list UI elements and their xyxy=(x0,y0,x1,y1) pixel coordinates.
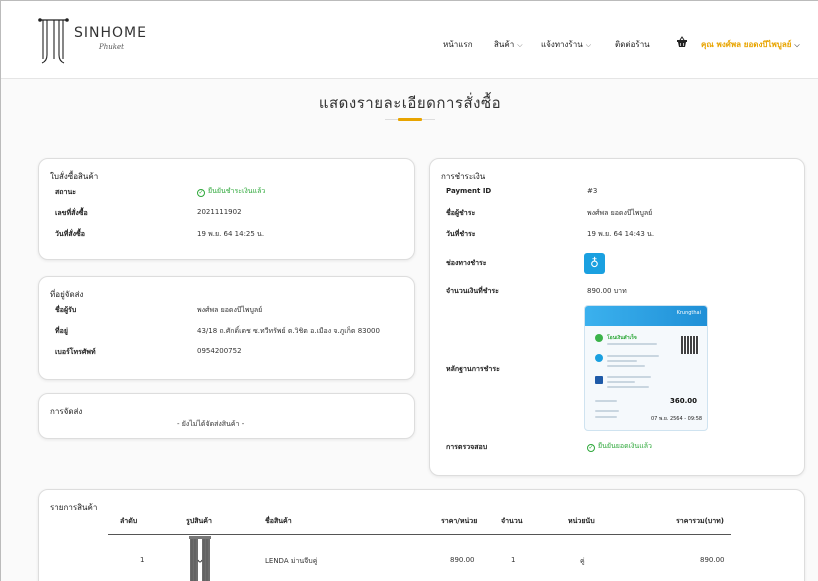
phone-value: 0954200752 xyxy=(197,347,242,355)
address-value: 43/18 ถ.ศักดิ์เดช ซ.ทวีทรัพย์ ต.วิชิต อ.… xyxy=(197,327,380,335)
verify-value: ✓ ยืนยันยอดเงินแล้ว xyxy=(587,441,652,452)
nav-home-label: หน้าแรก xyxy=(443,40,473,49)
column-header-image: รูปสินค้า xyxy=(186,517,212,525)
delivery-card-title: การจัดส่ง xyxy=(50,407,83,416)
column-header-unit-price: ราคา/หน่วย xyxy=(441,517,478,525)
row-no: 1 xyxy=(140,556,145,564)
row-unit-price: 890.00 xyxy=(450,556,475,564)
column-header-no: ลำดับ xyxy=(120,517,138,525)
verify-label: การตรวจสอบ xyxy=(446,443,488,451)
nav-products[interactable]: สินค้า ⌵ xyxy=(494,38,523,51)
check-circle-icon: ✓ xyxy=(587,444,595,452)
slip-line xyxy=(607,343,657,345)
column-header-unit: หน่วยนับ xyxy=(568,517,595,525)
main-nav: หน้าแรก สินค้า ⌵ แจ้งทางร้าน ⌵ ติดต่อร้าน … xyxy=(1,38,818,52)
curtain-product-image[interactable] xyxy=(189,536,211,581)
top-navbar: SINHOME Phuket หน้าแรก สินค้า ⌵ แจ้งทางร้… xyxy=(1,1,818,79)
delivery-card: การจัดส่ง - ยังไม่ได้จัดส่งสินค้า - xyxy=(38,393,415,439)
payment-slip-image[interactable]: Krungthai โอนเงินสำเร็จ 360.00 07 พ.ย. 2… xyxy=(584,305,708,431)
payment-id-value: #3 xyxy=(587,187,598,195)
order-number-label: เลขที่สั่งซื้อ xyxy=(55,209,88,217)
page-title: แสดงรายละเอียดการสั่งซื้อ xyxy=(318,94,502,112)
nav-notify[interactable]: แจ้งทางร้าน ⌵ xyxy=(541,38,591,51)
order-status-value: ✓ ยืนยันชำระเงินแล้ว xyxy=(197,186,265,197)
address-label: ที่อยู่ xyxy=(55,327,68,335)
order-date-label: วันที่สั่งซื้อ xyxy=(55,230,85,238)
payment-channel-label: ช่องทางชำระ xyxy=(446,259,487,267)
slip-line xyxy=(607,355,659,357)
receiver-value: พงศ์พล ยอดงบึไพบูลย์ xyxy=(197,306,263,314)
receiver-label: ชื่อผู้รับ xyxy=(55,306,77,314)
payment-date-label: วันที่ชำระ xyxy=(446,230,476,238)
bank-dot-icon xyxy=(595,354,603,362)
slip-header: Krungthai xyxy=(585,306,707,326)
table-header-divider xyxy=(108,534,731,535)
order-card: ใบสั่งซื้อสินค้า สถานะ ✓ ยืนยันชำระเงินแล… xyxy=(38,158,415,260)
chevron-down-icon: ⌵ xyxy=(517,41,523,49)
payment-amount-value: 890.00 บาท xyxy=(587,287,627,295)
slip-amount: 360.00 xyxy=(669,397,697,405)
order-card-title: ใบสั่งซื้อสินค้า xyxy=(50,172,99,181)
nav-user-label: คุณ พงศ์พล ยอดงบึไพบูลย์ xyxy=(701,40,792,49)
column-header-qty: จำนวน xyxy=(501,517,523,525)
slip-bank-name: Krungthai xyxy=(676,310,701,316)
column-header-total: ราคารวม(บาท) xyxy=(676,517,724,525)
row-total: 890.00 xyxy=(700,556,725,564)
slip-line xyxy=(607,360,637,362)
qr-code-icon xyxy=(681,336,699,354)
slip-date: 07 พ.ย. 2564 - 09:58 xyxy=(651,416,703,422)
column-header-name: ชื่อสินค้า xyxy=(265,517,292,525)
success-check-icon xyxy=(595,334,603,342)
bank-dot-icon xyxy=(595,376,603,384)
title-accent-bar xyxy=(398,118,422,121)
payer-value: พงศ์พล ยอดงบึไพบูลย์ xyxy=(587,209,653,217)
phone-label: เบอร์โทรศัพท์ xyxy=(55,348,96,356)
payment-date-value: 19 พ.ย. 64 14:43 น. xyxy=(587,230,655,238)
order-date-value: 19 พ.ย. 64 14:25 น. xyxy=(197,230,265,238)
payment-proof-label: หลักฐานการชำระ xyxy=(446,365,500,373)
verify-text: ยืนยันยอดเงินแล้ว xyxy=(598,442,652,450)
payer-label: ชื่อผู้ชำระ xyxy=(446,209,476,217)
nav-contact-label: ติดต่อร้าน xyxy=(615,40,650,49)
payment-id-label: Payment ID xyxy=(446,187,492,195)
items-card-title: รายการสินค้า xyxy=(50,503,98,512)
page-frame: SINHOME Phuket หน้าแรก สินค้า ⌵ แจ้งทางร้… xyxy=(0,0,818,581)
nav-contact[interactable]: ติดต่อร้าน xyxy=(615,38,650,51)
delivery-status: - ยังไม่ได้จัดส่งสินค้า - xyxy=(177,420,245,428)
order-status-label: สถานะ xyxy=(55,188,76,196)
krungthai-bank-icon: ♁ xyxy=(584,253,605,274)
slip-line xyxy=(595,416,617,418)
nav-notify-label: แจ้งทางร้าน xyxy=(541,40,583,49)
slip-status: โอนเงินสำเร็จ xyxy=(607,335,637,341)
shipping-address-card: ที่อยู่จัดส่ง ชื่อผู้รับ พงศ์พล ยอดงบึไพ… xyxy=(38,276,415,380)
check-circle-icon: ✓ xyxy=(197,189,205,197)
slip-line xyxy=(607,376,651,378)
shipping-card-title: ที่อยู่จัดส่ง xyxy=(50,290,84,299)
slip-line xyxy=(595,400,617,402)
order-status-text: ยืนยันชำระเงินแล้ว xyxy=(208,187,266,195)
slip-line xyxy=(595,410,619,412)
payment-card-title: การชำระเงิน xyxy=(441,172,486,181)
basket-icon[interactable] xyxy=(676,36,688,48)
row-product-name: LENDA ม่านจีบคู่ xyxy=(265,557,318,565)
payment-amount-label: จำนวนเงินที่ชำระ xyxy=(446,287,499,295)
row-qty: 1 xyxy=(511,556,516,564)
items-card: รายการสินค้า xyxy=(38,489,805,581)
slip-line xyxy=(607,386,649,388)
chevron-down-icon: ⌵ xyxy=(585,41,591,49)
nav-user-menu[interactable]: คุณ พงศ์พล ยอดงบึไพบูลย์ ⌵ xyxy=(701,38,800,51)
slip-line xyxy=(607,381,635,383)
order-number-value: 2021111902 xyxy=(197,208,242,216)
nav-home[interactable]: หน้าแรก xyxy=(443,38,473,51)
chevron-down-icon: ⌵ xyxy=(794,41,800,49)
slip-line xyxy=(607,365,645,367)
row-unit: คู่ xyxy=(580,557,585,565)
nav-products-label: สินค้า xyxy=(494,40,515,49)
